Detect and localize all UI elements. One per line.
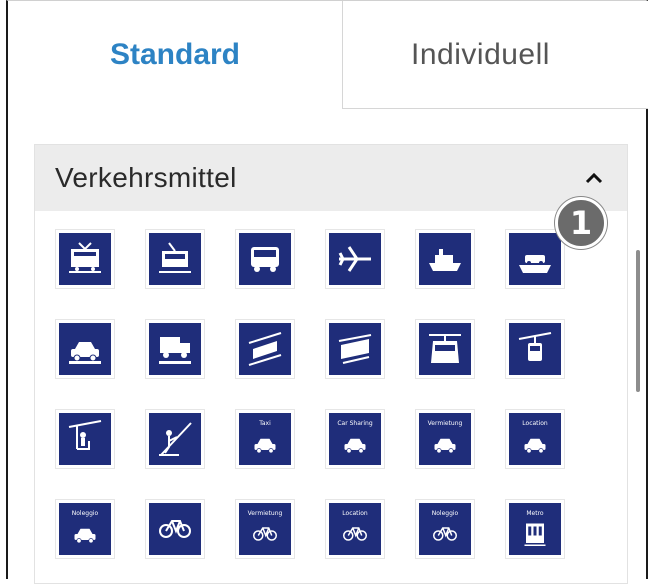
transport-tile[interactable] (505, 229, 565, 289)
sign-plate: Vermietung (419, 413, 471, 465)
transport-tile[interactable]: Taxi (235, 409, 295, 469)
bus-icon (251, 247, 279, 272)
section-verkehrsmittel: Verkehrsmittel Taxi Car Sharing Vermietung… (34, 144, 628, 584)
chevron-up-icon[interactable] (583, 167, 605, 189)
sign-plate (59, 323, 111, 375)
transport-tile[interactable]: Metro (505, 499, 565, 559)
transport-tile[interactable]: Vermietung (415, 409, 475, 469)
sign-caption: Car Sharing (337, 419, 373, 427)
sign-plate: Metro (509, 503, 561, 555)
tab-individuell-label: Individuell (411, 37, 550, 71)
sign-plate (419, 323, 471, 375)
sign-caption: Vermietung (427, 419, 463, 427)
car-location-icon (524, 438, 546, 453)
sign-caption: Location (342, 509, 368, 517)
sign-plate (59, 413, 111, 465)
transport-tile[interactable] (415, 319, 475, 379)
sign-plate (239, 323, 291, 375)
bike-location-icon (343, 526, 367, 541)
cable-car-icon (518, 332, 552, 361)
transport-tile[interactable] (505, 319, 565, 379)
tab-standard[interactable]: Standard (8, 1, 342, 109)
section-title: Verkehrsmittel (55, 162, 237, 193)
sign-plate (329, 233, 381, 285)
cable-railway-icon (338, 334, 372, 364)
transport-tile[interactable] (325, 229, 385, 289)
sign-plate (329, 323, 381, 375)
sign-plate: Noleggio (59, 503, 111, 555)
transport-tile[interactable]: Location (325, 499, 385, 559)
taxi-icon (254, 438, 276, 453)
bike-noleggio-icon (433, 526, 457, 541)
sign-plate (59, 233, 111, 285)
funicular-icon (248, 332, 282, 366)
sign-plate (509, 323, 561, 375)
sign-caption: Location (522, 419, 548, 427)
tram-icon (159, 242, 191, 273)
transport-tile[interactable]: Noleggio (55, 499, 115, 559)
sign-plate (149, 233, 201, 285)
bike-rental-icon (253, 526, 277, 541)
transport-tile[interactable] (55, 229, 115, 289)
transport-tile[interactable] (145, 229, 205, 289)
car-noleggio-icon (74, 528, 96, 543)
train-icon (69, 242, 101, 273)
sign-plate (509, 233, 561, 285)
sign-plate (419, 233, 471, 285)
transport-tile[interactable] (145, 499, 205, 559)
transport-tile[interactable] (235, 229, 295, 289)
sign-plate: Car Sharing (329, 413, 381, 465)
car-train-icon (69, 342, 101, 364)
scrollbar[interactable] (636, 250, 640, 392)
car-sharing-icon (344, 438, 366, 453)
tab-individuell[interactable]: Individuell (342, 1, 648, 109)
sign-plate: Noleggio (419, 503, 471, 555)
metro-icon (524, 523, 546, 546)
car-ferry-icon (519, 255, 551, 273)
sign-plate (149, 413, 201, 465)
sign-plate (149, 503, 201, 555)
sign-plate: Taxi (239, 413, 291, 465)
section-header[interactable]: Verkehrsmittel (35, 145, 627, 211)
bike-icon (159, 520, 191, 538)
ski-lift-icon (159, 422, 192, 456)
tab-standard-label: Standard (109, 38, 241, 71)
transport-tile[interactable] (145, 319, 205, 379)
sign-caption: Vermietung (247, 509, 283, 517)
ship-icon (429, 249, 461, 271)
sign-plate: Location (509, 413, 561, 465)
sign-caption: Metro (526, 509, 544, 517)
sign-caption: Noleggio (431, 509, 459, 517)
car-rental-icon (434, 438, 456, 453)
sign-plate (149, 323, 201, 375)
sign-plate: Vermietung (239, 503, 291, 555)
truck-train-icon (159, 337, 191, 364)
tab-bar: Standard Individuell (8, 1, 648, 109)
airplane-icon (338, 246, 371, 272)
gondola-icon (429, 334, 461, 363)
transport-tile[interactable]: Car Sharing (325, 409, 385, 469)
transport-tile[interactable] (145, 409, 205, 469)
transport-tile[interactable] (55, 409, 115, 469)
transport-tile[interactable] (55, 319, 115, 379)
sign-caption: Noleggio (71, 509, 99, 517)
icon-grid: Taxi Car Sharing Vermietung Location Noleggi… (35, 229, 615, 559)
transport-tile[interactable]: Noleggio (415, 499, 475, 559)
sign-plate (239, 233, 291, 285)
transport-tile[interactable] (325, 319, 385, 379)
sign-plate: Location (329, 503, 381, 555)
chairlift-icon (68, 420, 102, 450)
transport-tile[interactable] (235, 319, 295, 379)
transport-tile[interactable]: Location (505, 409, 565, 469)
transport-tile[interactable]: Vermietung (235, 499, 295, 559)
sign-caption: Taxi (259, 419, 271, 427)
transport-tile[interactable] (415, 229, 475, 289)
callout-badge: 1 (555, 197, 607, 249)
